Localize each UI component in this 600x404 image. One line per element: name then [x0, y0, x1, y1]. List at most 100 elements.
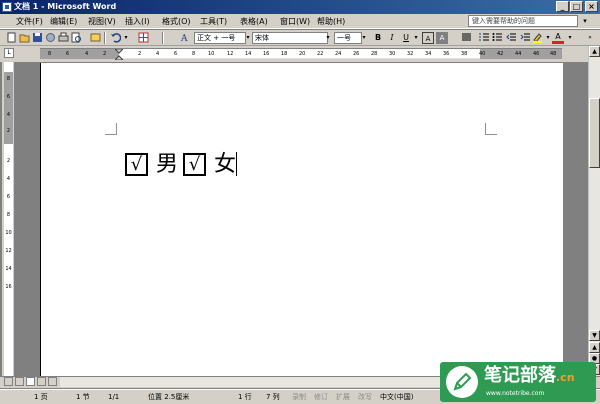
- highlight-dropdown-icon[interactable]: ▾: [544, 32, 552, 44]
- style-dropdown-icon[interactable]: ▾: [244, 32, 252, 44]
- crop-mark-top-right: [485, 123, 497, 135]
- ruler-tick-label: 12: [227, 51, 234, 57]
- menu-window[interactable]: 窗口(W): [280, 15, 310, 28]
- title-bar: 文档 1 - Microsoft Word _ □ ×: [0, 0, 600, 14]
- print-preview-icon[interactable]: [71, 32, 82, 43]
- status-overtype[interactable]: 改写: [358, 392, 372, 402]
- window-title: 文档 1 - Microsoft Word: [14, 2, 117, 11]
- close-button[interactable]: ×: [585, 1, 598, 12]
- status-track-changes[interactable]: 修订: [314, 392, 328, 402]
- scroll-up-icon[interactable]: ▲: [589, 46, 600, 57]
- menu-table[interactable]: 表格(A): [240, 15, 268, 28]
- decrease-indent-icon[interactable]: [506, 32, 517, 43]
- menu-help[interactable]: 帮助(H): [317, 15, 345, 28]
- checkbox-male[interactable]: √: [125, 153, 148, 176]
- outline-view-icon[interactable]: [37, 377, 46, 386]
- new-document-icon[interactable]: [6, 32, 17, 43]
- font-dropdown-icon[interactable]: ▾: [324, 32, 332, 44]
- text-cursor: [236, 152, 237, 176]
- numbering-icon[interactable]: [479, 32, 490, 43]
- ruler-tick-label: 46: [533, 51, 540, 57]
- web-layout-view-icon[interactable]: [15, 377, 24, 386]
- font-color-button[interactable]: A: [552, 32, 564, 44]
- research-icon[interactable]: [90, 32, 101, 43]
- word-app-icon[interactable]: [2, 2, 12, 12]
- vertical-scrollbar[interactable]: ▲ ▼ ▲ ● ▼: [588, 46, 600, 376]
- align-justify-icon[interactable]: [461, 32, 472, 43]
- previous-page-icon[interactable]: ▲: [589, 342, 600, 353]
- highlight-icon[interactable]: [532, 32, 543, 43]
- ruler-tick-label: 8: [6, 212, 11, 218]
- toolbar-options-icon[interactable]: »: [586, 32, 594, 44]
- help-dropdown-icon[interactable]: ▾: [580, 15, 590, 27]
- ruler-tick-label: 36: [443, 51, 450, 57]
- status-record[interactable]: 录制: [292, 392, 306, 402]
- undo-icon[interactable]: [110, 32, 121, 43]
- font-size-dropdown-icon[interactable]: ▾: [360, 32, 368, 44]
- status-extend[interactable]: 扩展: [336, 392, 350, 402]
- maximize-button[interactable]: □: [570, 1, 583, 12]
- ruler-tick-label: 38: [461, 51, 468, 57]
- reading-layout-view-icon[interactable]: [48, 377, 57, 386]
- style-combobox[interactable]: 正文 + 一号: [194, 32, 246, 44]
- scroll-down-icon[interactable]: ▼: [589, 330, 600, 341]
- status-position: 位置 2.5厘米: [148, 393, 190, 401]
- undo-dropdown-icon[interactable]: ▾: [122, 32, 130, 44]
- vertical-ruler[interactable]: 8 6 4 2 2 4 6 8 10 12 14 16: [2, 62, 14, 376]
- svg-text:A: A: [180, 34, 188, 43]
- ruler-left-margin: [40, 49, 119, 59]
- menu-file[interactable]: 文件(F): [16, 15, 43, 28]
- character-shading-button[interactable]: A: [436, 32, 448, 44]
- permission-icon[interactable]: [45, 32, 56, 43]
- first-line-indent-marker[interactable]: [115, 49, 123, 60]
- save-icon[interactable]: [32, 32, 43, 43]
- watermark-text: 笔记部落.cn: [484, 365, 575, 386]
- ruler-tick-label: 2: [138, 51, 142, 57]
- normal-view-icon[interactable]: [4, 377, 13, 386]
- ruler-tick-label: 6: [66, 51, 70, 57]
- menu-format[interactable]: 格式(O): [162, 15, 191, 28]
- checkbox-female[interactable]: √: [183, 153, 206, 176]
- menu-insert[interactable]: 插入(I): [125, 15, 150, 28]
- increase-indent-icon[interactable]: [520, 32, 531, 43]
- vertical-scroll-thumb[interactable]: [589, 98, 600, 168]
- ruler-tick-label: 30: [389, 51, 396, 57]
- status-page: 1 页: [34, 393, 48, 401]
- underline-dropdown-icon[interactable]: ▾: [412, 32, 420, 44]
- tables-borders-icon[interactable]: [138, 32, 149, 43]
- bold-button[interactable]: B: [372, 32, 384, 44]
- document-page[interactable]: √ 男 √ 女: [40, 63, 563, 376]
- crop-mark-top-left: [105, 123, 117, 135]
- status-page-of: 1/1: [108, 393, 120, 401]
- open-folder-icon[interactable]: [19, 32, 30, 43]
- ruler-tick-label: 4: [85, 51, 89, 57]
- watermark-url: www.notetribe.com: [486, 390, 545, 397]
- horizontal-ruler[interactable]: 8 6 4 2 2 4 6 8 10 12 14 16 18 20 22 24 …: [40, 48, 562, 60]
- bullets-icon[interactable]: [492, 32, 503, 43]
- ruler-tick-label: 4: [6, 176, 11, 182]
- italic-button[interactable]: I: [386, 32, 398, 44]
- tab-selector[interactable]: L: [4, 48, 14, 58]
- ruler-tick-label: 18: [281, 51, 288, 57]
- font-size-combobox[interactable]: 一号: [334, 32, 362, 44]
- help-search-input[interactable]: 键入需要帮助的问题: [468, 15, 578, 27]
- font-combobox[interactable]: 宋体: [252, 32, 328, 44]
- ruler-tick-label: 12: [5, 248, 12, 254]
- ruler-tick-label: 8: [6, 76, 11, 82]
- ruler-tick-label: 20: [299, 51, 306, 57]
- font-color-dropdown-icon[interactable]: ▾: [566, 32, 574, 44]
- ruler-tick-label: 2: [6, 128, 11, 134]
- print-layout-view-icon[interactable]: [26, 377, 35, 386]
- minimize-button[interactable]: _: [556, 1, 569, 12]
- menu-view[interactable]: 视图(V): [88, 15, 116, 28]
- styles-formatting-icon[interactable]: A: [180, 32, 191, 43]
- ruler-tick-label: 16: [263, 51, 270, 57]
- menu-edit[interactable]: 编辑(E): [50, 15, 77, 28]
- menu-tools[interactable]: 工具(T): [200, 15, 227, 28]
- print-icon[interactable]: [58, 32, 69, 43]
- character-border-button[interactable]: A: [422, 32, 434, 44]
- underline-button[interactable]: U: [400, 32, 412, 44]
- ruler-tick-label: 32: [407, 51, 414, 57]
- ruler-tick-label: 10: [5, 230, 12, 236]
- toolbar-separator: [162, 32, 164, 44]
